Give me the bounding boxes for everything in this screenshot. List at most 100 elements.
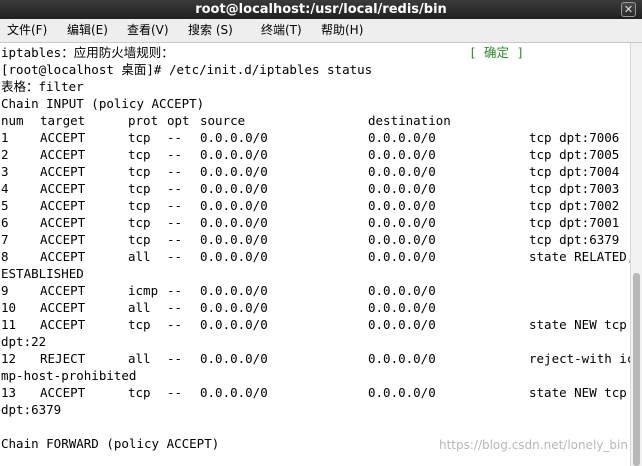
terminal-output[interactable]: iptables：应用防火墙规则： [ 确定 ] [root@localhost… — [0, 43, 630, 466]
rule-wrap-line: mp-host-prohibited — [1, 368, 137, 383]
rule-opt: -- — [167, 198, 183, 213]
header-source: source — [200, 113, 246, 128]
prompt-line: [root@localhost 桌面]# /etc/init.d/iptable… — [1, 62, 373, 77]
rule-source: 0.0.0.0/0 — [200, 147, 268, 162]
rule-extra: state NEW tcp — [529, 385, 627, 400]
header-target: target — [40, 113, 86, 128]
rule-source: 0.0.0.0/0 — [200, 198, 268, 213]
rule-destination: 0.0.0.0/0 — [368, 283, 436, 298]
rule-extra: tcp dpt:7004 — [529, 164, 620, 179]
rule-source: 0.0.0.0/0 — [200, 249, 268, 264]
rule-opt: -- — [167, 385, 183, 400]
rule-target: ACCEPT — [40, 215, 86, 230]
rule-num: 13 — [1, 385, 17, 400]
service-line: iptables：应用防火墙规则： [ 确定 ] — [1, 44, 524, 61]
rule-prot: tcp — [128, 385, 151, 400]
rule-target: ACCEPT — [40, 164, 86, 179]
rule-num: 12 — [1, 351, 17, 366]
rule-target: ACCEPT — [40, 317, 86, 332]
terminal-scrollbar[interactable] — [630, 43, 642, 466]
rule-opt: -- — [167, 283, 183, 298]
rule-prot: tcp — [128, 317, 151, 332]
service-text: iptables：应用防火墙规则： — [1, 45, 174, 60]
chain-forward-line: Chain FORWARD (policy ACCEPT) — [1, 436, 220, 451]
rule-prot: tcp — [128, 181, 151, 196]
rule-opt: -- — [167, 164, 183, 179]
rule-num: 5 — [1, 198, 9, 213]
rule-wrap-line: ESTABLISHED — [1, 266, 84, 281]
rule-extra: state NEW tcp — [529, 317, 627, 332]
rule-target: ACCEPT — [40, 198, 86, 213]
rule-extra: tcp dpt:7002 — [529, 198, 620, 213]
menu-file[interactable]: 文件(F) — [7, 19, 47, 42]
close-button[interactable]: ✕ — [621, 2, 636, 17]
rule-destination: 0.0.0.0/0 — [368, 164, 436, 179]
rule-destination: 0.0.0.0/0 — [368, 215, 436, 230]
rule-num: 7 — [1, 232, 9, 247]
rule-opt: -- — [167, 130, 183, 145]
rule-destination: 0.0.0.0/0 — [368, 232, 436, 247]
rule-extra: tcp dpt:6379 — [529, 232, 620, 247]
rule-wrap-line: dpt:22 — [1, 334, 47, 349]
rule-num: 8 — [1, 249, 9, 264]
rule-extra: reject-with ic — [529, 351, 630, 366]
rule-prot: all — [128, 249, 151, 264]
rule-opt: -- — [167, 249, 183, 264]
rule-prot: all — [128, 300, 151, 315]
chain-input-line: Chain INPUT (policy ACCEPT) — [1, 96, 205, 111]
rule-num: 3 — [1, 164, 9, 179]
rule-prot: icmp — [128, 283, 159, 298]
rule-prot: all — [128, 351, 151, 366]
rule-target: ACCEPT — [40, 300, 86, 315]
rule-prot: tcp — [128, 130, 151, 145]
rule-prot: tcp — [128, 215, 151, 230]
watermark: https://blog.csdn.net/lonely_bin — [438, 438, 628, 452]
menu-edit[interactable]: 编辑(E) — [67, 19, 108, 42]
rule-opt: -- — [167, 300, 183, 315]
scroll-thumb[interactable] — [633, 273, 640, 466]
rule-source: 0.0.0.0/0 — [200, 351, 268, 366]
rule-prot: tcp — [128, 164, 151, 179]
rule-destination: 0.0.0.0/0 — [368, 249, 436, 264]
rule-source: 0.0.0.0/0 — [200, 130, 268, 145]
rule-num: 10 — [1, 300, 17, 315]
rule-num: 2 — [1, 147, 9, 162]
rule-opt: -- — [167, 147, 183, 162]
rule-target: ACCEPT — [40, 232, 86, 247]
menu-view[interactable]: 查看(V) — [127, 19, 169, 42]
rule-prot: tcp — [128, 232, 151, 247]
rule-destination: 0.0.0.0/0 — [368, 385, 436, 400]
rule-opt: -- — [167, 215, 183, 230]
rule-source: 0.0.0.0/0 — [200, 164, 268, 179]
rule-num: 6 — [1, 215, 9, 230]
rule-destination: 0.0.0.0/0 — [368, 300, 436, 315]
menu-search[interactable]: 搜索 (S) — [188, 19, 233, 42]
rule-source: 0.0.0.0/0 — [200, 215, 268, 230]
rule-source: 0.0.0.0/0 — [200, 232, 268, 247]
window-title: root@localhost:/usr/local/redis/bin — [195, 2, 447, 17]
table-line: 表格：filter — [1, 79, 84, 94]
rule-target: ACCEPT — [40, 181, 86, 196]
rule-num: 1 — [1, 130, 9, 145]
rule-extra: state RELATED, — [529, 249, 630, 264]
menu-bar: 文件(F) 编辑(E) 查看(V) 搜索 (S) 终端(T) 帮助(H) — [0, 19, 642, 43]
rule-source: 0.0.0.0/0 — [200, 181, 268, 196]
rule-extra: tcp dpt:7003 — [529, 181, 620, 196]
rule-wrap-line: dpt:6379 — [1, 402, 62, 417]
table-header: num target prot opt source destination — [1, 112, 451, 129]
window-titlebar: root@localhost:/usr/local/redis/bin ✕ — [0, 0, 642, 19]
menu-help[interactable]: 帮助(H) — [321, 19, 363, 42]
rule-target: ACCEPT — [40, 385, 86, 400]
rule-destination: 0.0.0.0/0 — [368, 181, 436, 196]
rule-num: 4 — [1, 181, 9, 196]
header-destination: destination — [368, 113, 451, 128]
rule-destination: 0.0.0.0/0 — [368, 351, 436, 366]
rule-target: ACCEPT — [40, 147, 86, 162]
ok-status: [ 确定 ] — [469, 45, 525, 60]
menu-terminal[interactable]: 终端(T) — [261, 19, 302, 42]
rule-source: 0.0.0.0/0 — [200, 300, 268, 315]
rule-extra: tcp dpt:7001 — [529, 215, 620, 230]
header-num: num — [1, 113, 24, 128]
rule-source: 0.0.0.0/0 — [200, 317, 268, 332]
rule-target: ACCEPT — [40, 283, 86, 298]
